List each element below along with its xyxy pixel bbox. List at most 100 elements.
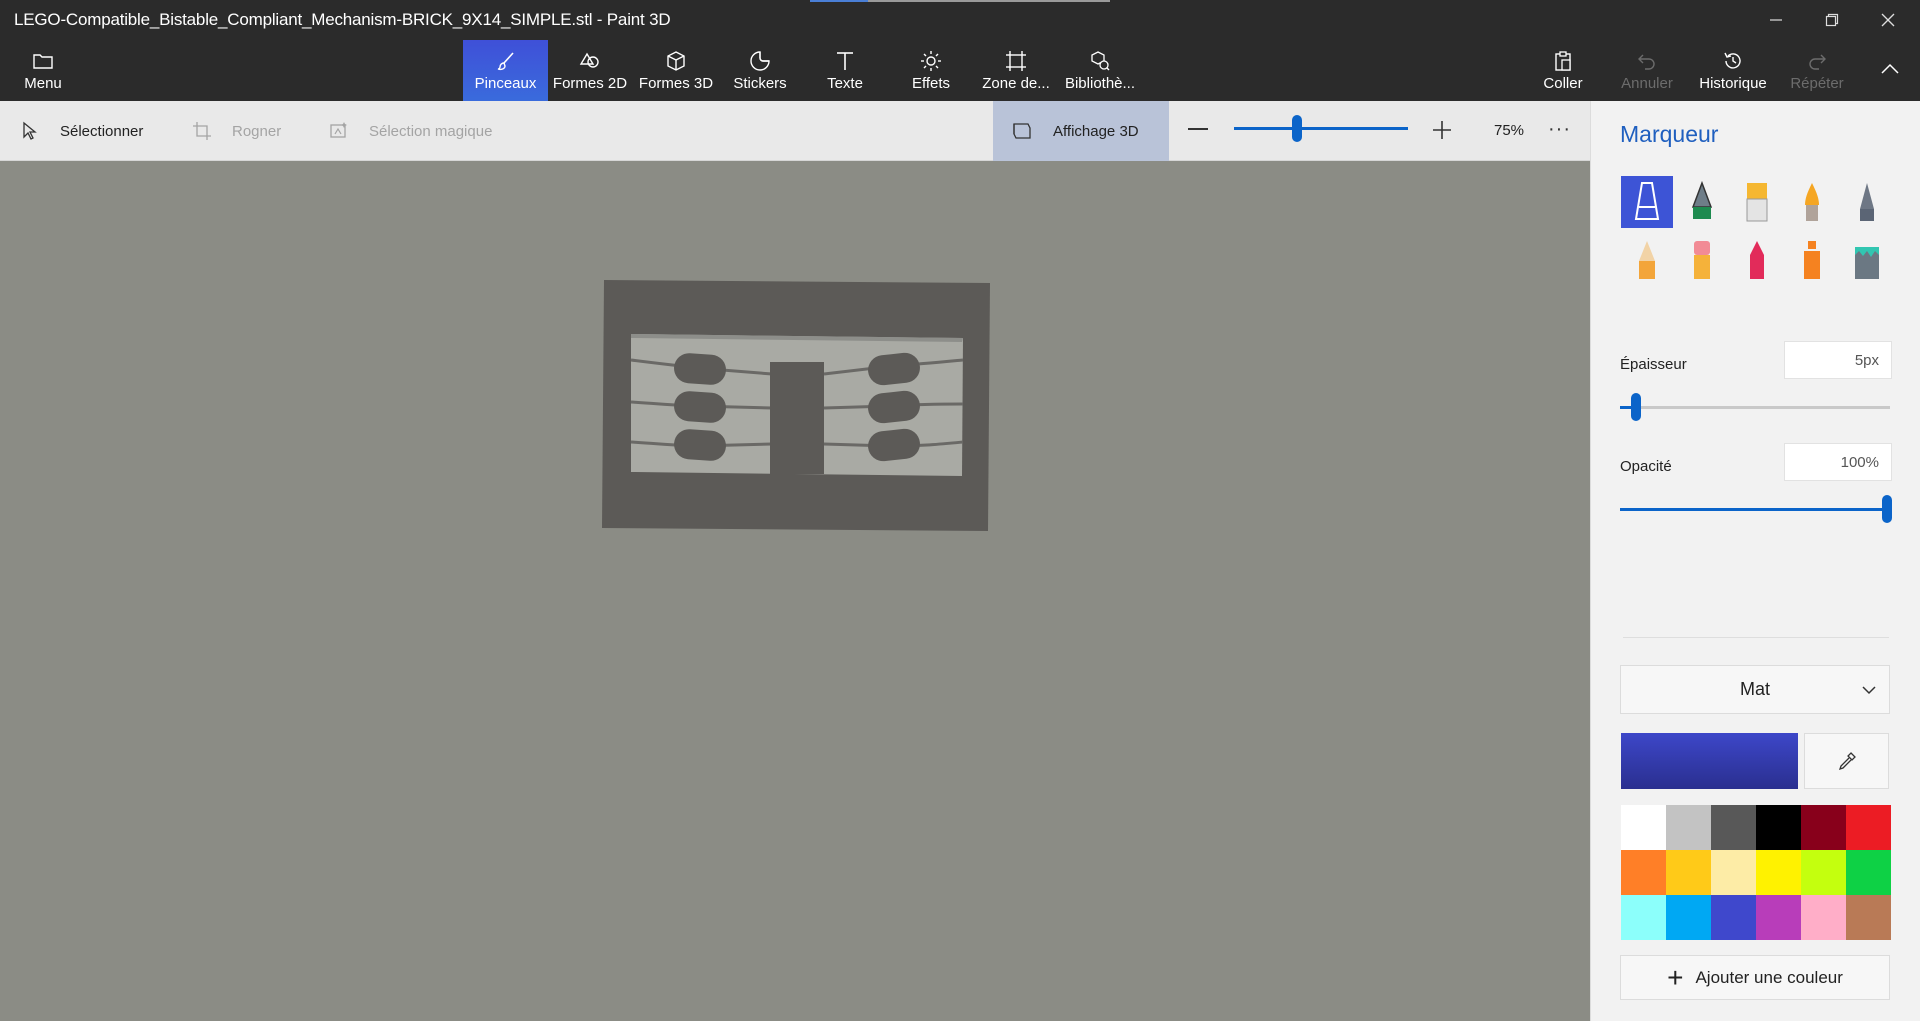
view-3d-label: Affichage 3D (1053, 122, 1139, 140)
brush-pixel-pen[interactable] (1841, 176, 1893, 228)
color-swatch[interactable] (1846, 895, 1891, 940)
action-label: Coller (1543, 74, 1583, 92)
opacity-slider-thumb[interactable] (1882, 495, 1892, 523)
tab-texte[interactable]: Texte (820, 40, 870, 101)
color-swatch[interactable] (1801, 850, 1846, 895)
opacity-slider[interactable] (1620, 508, 1890, 511)
minimize-icon (1770, 19, 1782, 21)
crop-button[interactable]: Rogner (192, 101, 281, 161)
title-bar: LEGO-Compatible_Bistable_Compliant_Mecha… (0, 0, 1920, 40)
crop-icon (193, 122, 211, 140)
thickness-slider[interactable] (1620, 406, 1890, 409)
pencil-icon (1639, 241, 1655, 279)
thickness-slider-thumb[interactable] (1631, 393, 1641, 421)
color-palette (1621, 805, 1891, 940)
fill-bucket-icon (1855, 247, 1879, 279)
tab-label: Pinceaux (474, 74, 537, 92)
zoom-in-button[interactable] (1432, 120, 1452, 140)
more-options-button[interactable]: ··· (1548, 118, 1571, 141)
zoom-value[interactable]: 75% (1494, 122, 1524, 139)
color-swatch[interactable] (1801, 805, 1846, 850)
color-swatch[interactable] (1711, 895, 1756, 940)
shapes-2d-icon (579, 52, 599, 68)
tab-label: Stickers (733, 74, 787, 92)
brush-calligraphy-pen[interactable] (1676, 176, 1728, 228)
minimize-button[interactable] (1748, 0, 1804, 40)
tab-bibliotheque[interactable]: Bibliothè... (1064, 40, 1136, 101)
title-accent-secondary (868, 0, 1110, 2)
chevron-up-icon (1881, 63, 1899, 74)
current-color-swatch[interactable] (1621, 733, 1798, 789)
view-3d-button[interactable]: Affichage 3D (993, 101, 1169, 161)
sticker-icon (750, 50, 770, 71)
brush-fill-bucket[interactable] (1841, 234, 1893, 286)
color-swatch[interactable] (1621, 850, 1666, 895)
ribbon: Menu Pinceaux Formes 2D Formes 3D Sticke… (0, 40, 1920, 101)
color-swatch[interactable] (1711, 850, 1756, 895)
tab-zone-de-dessin[interactable]: Zone de... (980, 40, 1052, 101)
color-swatch[interactable] (1756, 805, 1801, 850)
tab-label: Effets (911, 74, 951, 92)
color-swatch[interactable] (1756, 895, 1801, 940)
brick-3d-model[interactable] (602, 278, 992, 533)
redo-button[interactable]: Répéter (1786, 40, 1848, 101)
cursor-icon (23, 121, 37, 140)
finish-select[interactable]: Mat (1620, 665, 1890, 714)
color-swatch[interactable] (1756, 850, 1801, 895)
tab-label: Formes 3D (638, 74, 714, 92)
zoom-slider-thumb[interactable] (1292, 115, 1302, 142)
color-swatch[interactable] (1666, 850, 1711, 895)
folder-icon (33, 53, 53, 69)
spray-can-icon (1804, 241, 1820, 279)
restore-button[interactable] (1804, 0, 1860, 40)
action-label: Répéter (1790, 74, 1844, 92)
eyedropper-button[interactable] (1804, 733, 1889, 789)
color-swatch[interactable] (1621, 805, 1666, 850)
color-swatch[interactable] (1711, 805, 1756, 850)
tab-formes-2d[interactable]: Formes 2D (552, 40, 628, 101)
tab-effets[interactable]: Effets (906, 40, 956, 101)
brush-watercolor[interactable] (1786, 176, 1838, 228)
magic-select-button[interactable]: Sélection magique (329, 101, 492, 161)
color-swatch[interactable] (1666, 805, 1711, 850)
tab-pinceaux[interactable]: Pinceaux (463, 40, 548, 101)
window-title: LEGO-Compatible_Bistable_Compliant_Mecha… (14, 10, 671, 29)
brush-spray-can[interactable] (1786, 234, 1838, 286)
crop-label: Rogner (232, 122, 282, 140)
history-button[interactable]: Historique (1694, 40, 1772, 101)
close-button[interactable] (1860, 0, 1916, 40)
tab-formes-3d[interactable]: Formes 3D (636, 40, 716, 101)
color-swatch[interactable] (1621, 895, 1666, 940)
opacity-label: Opacité (1620, 458, 1672, 475)
brush-oil[interactable] (1731, 176, 1783, 228)
color-swatch[interactable] (1846, 805, 1891, 850)
tab-label: Formes 2D (552, 74, 628, 92)
cube-icon (667, 50, 685, 71)
collapse-ribbon-button[interactable] (1870, 40, 1910, 101)
brush-crayon[interactable] (1731, 234, 1783, 286)
menu-label: Menu (24, 74, 62, 92)
brush-eraser[interactable] (1676, 234, 1728, 286)
menu-button[interactable]: Menu (20, 40, 66, 101)
undo-button[interactable]: Annuler (1614, 40, 1680, 101)
magic-select-icon (330, 122, 347, 138)
opacity-input[interactable]: 100% (1784, 443, 1892, 481)
thickness-input[interactable]: 5px (1784, 341, 1892, 379)
select-button[interactable]: Sélectionner (20, 101, 143, 161)
add-color-label: Ajouter une couleur (1695, 967, 1843, 987)
brush-pencil[interactable] (1621, 234, 1673, 286)
add-color-button[interactable]: + Ajouter une couleur (1620, 955, 1890, 1000)
paste-icon (1555, 50, 1571, 71)
eraser-icon (1694, 241, 1710, 279)
select-label: Sélectionner (60, 122, 144, 140)
color-swatch[interactable] (1846, 850, 1891, 895)
zoom-out-button[interactable] (1188, 128, 1208, 130)
color-swatch[interactable] (1801, 895, 1846, 940)
brush-marker[interactable] (1621, 176, 1673, 228)
paste-button[interactable]: Coller (1540, 40, 1586, 101)
chevron-down-icon (1862, 686, 1876, 695)
restore-icon (1825, 13, 1839, 27)
color-swatch[interactable] (1666, 895, 1711, 940)
tab-stickers[interactable]: Stickers (726, 40, 794, 101)
zoom-slider[interactable] (1234, 127, 1408, 130)
